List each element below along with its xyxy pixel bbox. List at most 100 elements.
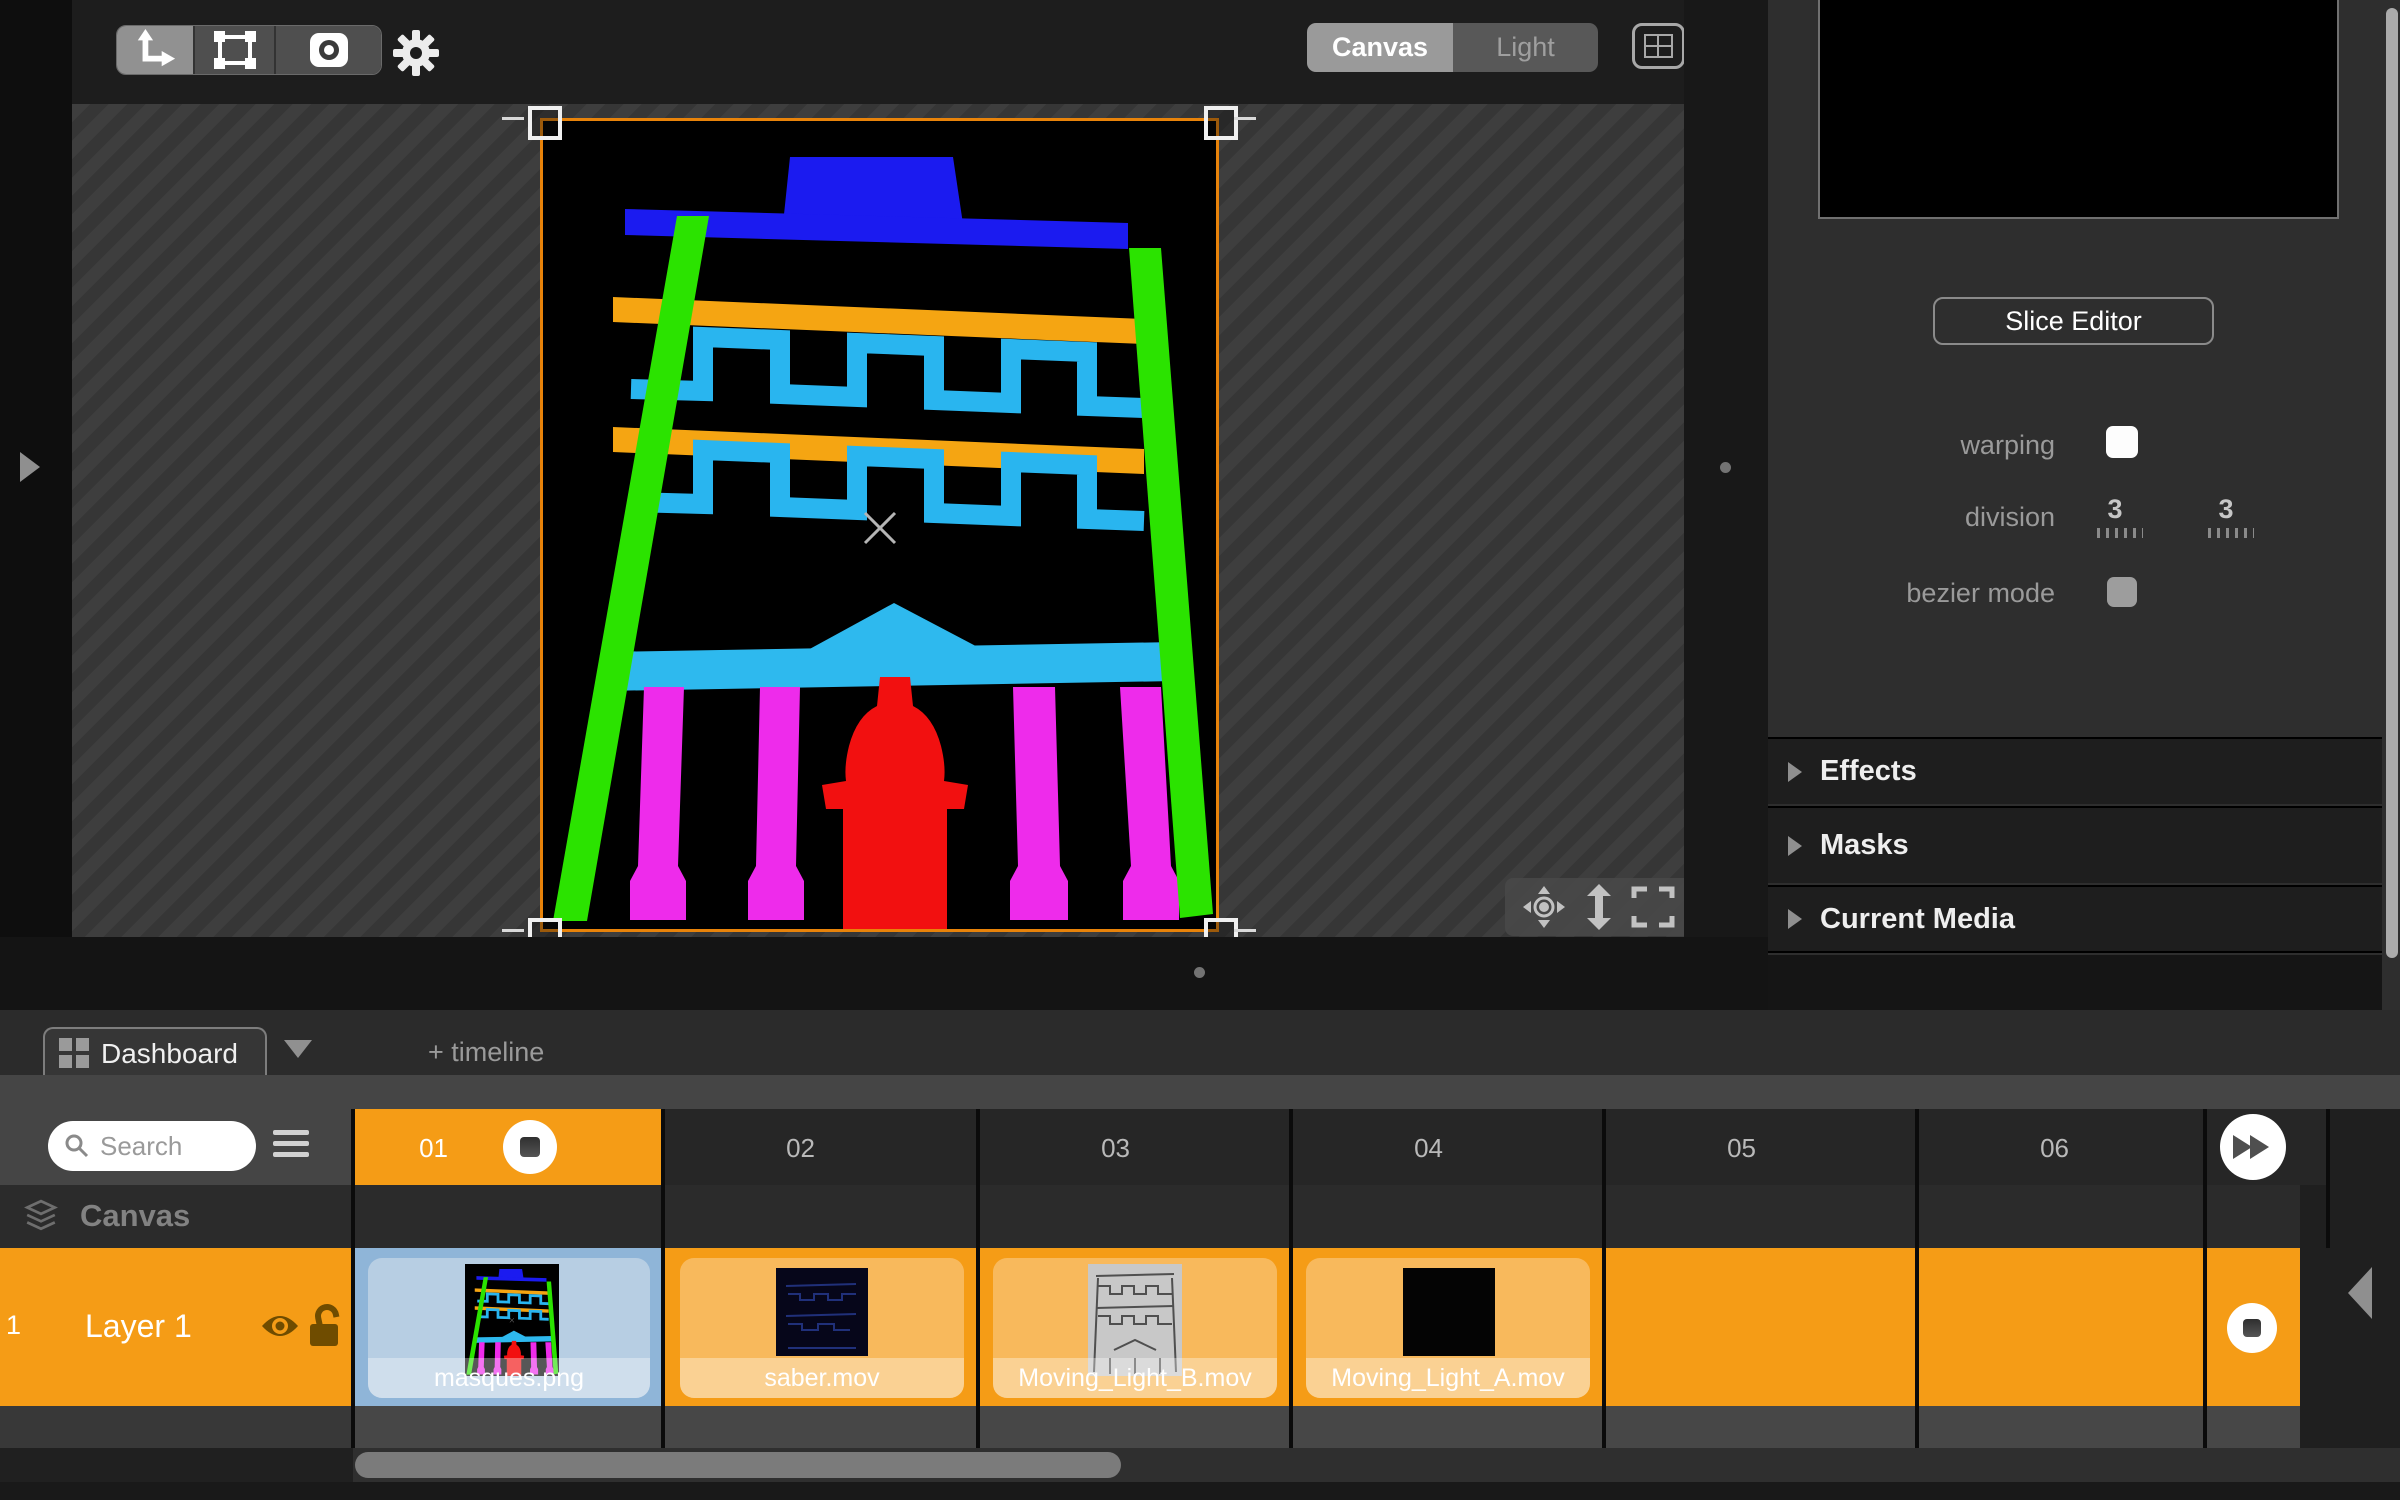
- current-media-section-label: Current Media: [1820, 902, 2015, 935]
- masks-section-label: Masks: [1820, 829, 1909, 861]
- warping-label: warping: [1960, 430, 2055, 460]
- column-header-01[interactable]: 01: [353, 1109, 663, 1185]
- dashboard-tab-label: Dashboard: [101, 1038, 238, 1069]
- masks-section-header[interactable]: Masks: [1768, 806, 2382, 883]
- fit-height-icon[interactable]: [1583, 884, 1615, 930]
- column-header-04[interactable]: 04: [1293, 1109, 1602, 1185]
- division-y-value: 3: [2218, 493, 2234, 524]
- moving-light-a-thumbnail: [1403, 1268, 1495, 1356]
- layer-stop-button[interactable]: [2227, 1303, 2277, 1353]
- slice-handle-bottom-right[interactable]: [1204, 918, 1238, 937]
- warp-tool-button[interactable]: [193, 26, 275, 74]
- tab-menu-chevron-icon[interactable]: [284, 1040, 312, 1058]
- search-icon: [65, 1134, 89, 1158]
- warping-checkbox[interactable]: [2106, 426, 2138, 458]
- skip-column-cell: [2207, 1109, 2326, 1185]
- inspector-panel: Slice Editor warping division 3 3 bezier…: [1768, 0, 2400, 1010]
- media-card-moving-light-b[interactable]: Moving_Light_B.mov: [993, 1258, 1277, 1398]
- slice-preview: [1818, 0, 2339, 219]
- media-name: masques.png: [368, 1358, 650, 1398]
- timeline-tab-bar: [0, 1010, 2400, 1075]
- layer-index: 1: [6, 1310, 22, 1340]
- move-arrow-icon: [137, 28, 176, 67]
- media-name: Moving_Light_B.mov: [993, 1358, 1277, 1398]
- move-tool-button[interactable]: [117, 26, 194, 74]
- fullscreen-icon[interactable]: [1631, 886, 1675, 928]
- saber-thumbnail: [776, 1268, 868, 1356]
- division-y-field[interactable]: 3: [2210, 494, 2242, 524]
- collapse-right-panel-icon[interactable]: [2348, 1267, 2372, 1319]
- layer-visibility-eye-icon[interactable]: [260, 1312, 300, 1340]
- search-box[interactable]: [48, 1121, 256, 1171]
- media-card-masques[interactable]: masques.png: [368, 1258, 650, 1398]
- stop-icon: [520, 1137, 540, 1157]
- slice-selection-border: [540, 118, 1219, 932]
- layer-name[interactable]: Layer 1: [85, 1308, 192, 1345]
- column-01-stop-button[interactable]: [503, 1120, 557, 1174]
- left-edge-strip: [0, 0, 72, 1010]
- slice-handle-top-right[interactable]: [1204, 106, 1238, 140]
- slice-editor-label: Slice Editor: [2005, 305, 2142, 336]
- canvas-row-label: Canvas: [80, 1198, 191, 1233]
- column-header-05[interactable]: 05: [1606, 1109, 1915, 1185]
- canvas-zoom-toolbar: [1505, 878, 1684, 936]
- stop-icon: [2243, 1319, 2261, 1337]
- column-06-label: 06: [2040, 1133, 2069, 1163]
- pan-dpad-icon[interactable]: [1523, 886, 1565, 928]
- column-header-06[interactable]: 06: [1919, 1109, 2203, 1185]
- settings-gear-icon[interactable]: [393, 30, 439, 81]
- current-media-section-header[interactable]: Current Media: [1768, 885, 2382, 953]
- dashboard-grid-icon: [59, 1038, 89, 1068]
- timeline-scrollbar-thumb[interactable]: [355, 1452, 1121, 1478]
- mask-icon: [309, 33, 348, 67]
- media-name: saber.mov: [680, 1358, 964, 1398]
- layers-icon: [24, 1199, 58, 1231]
- view-toggle-canvas[interactable]: Canvas: [1307, 23, 1453, 72]
- add-timeline-button[interactable]: + timeline: [428, 1037, 544, 1068]
- canvas-workspace[interactable]: [72, 104, 1684, 937]
- slice-handle-bottom-left[interactable]: [528, 918, 562, 937]
- board-menu-icon[interactable]: [273, 1130, 309, 1157]
- media-card-moving-light-a[interactable]: Moving_Light_A.mov: [1306, 1258, 1590, 1398]
- view-toggle: Canvas Light: [1307, 23, 1598, 72]
- splitter-dot-icon: [1720, 462, 1731, 473]
- skip-forward-button[interactable]: [2220, 1114, 2286, 1180]
- panel-splitter-vertical[interactable]: [1684, 0, 1768, 1010]
- division-x-field[interactable]: 3: [2099, 494, 2131, 524]
- column-05-label: 05: [1727, 1133, 1756, 1163]
- effects-section-header[interactable]: Effects: [1768, 737, 2382, 804]
- division-y-drag-ruler[interactable]: [2208, 528, 2254, 538]
- division-label: division: [1964, 502, 2055, 532]
- column-03-label: 03: [1101, 1133, 1130, 1163]
- canvas-toggle-label: Canvas: [1331, 32, 1429, 62]
- division-x-value: 3: [2107, 493, 2123, 524]
- search-input[interactable]: [98, 1129, 232, 1163]
- light-toggle-label: Light: [1496, 32, 1555, 62]
- disclosure-triangle-icon: [1788, 909, 1802, 929]
- disclosure-triangle-icon: [1788, 761, 1802, 782]
- expand-left-panel-icon[interactable]: [20, 452, 40, 482]
- column-header-02[interactable]: 02: [665, 1109, 976, 1185]
- division-x-drag-ruler[interactable]: [2097, 528, 2143, 538]
- column-02-label: 02: [786, 1133, 815, 1163]
- timeline-search-area: [0, 1109, 353, 1185]
- media-name: Moving_Light_A.mov: [1306, 1358, 1590, 1398]
- warp-quad-icon: [213, 31, 256, 69]
- slice-handle-top-left[interactable]: [528, 106, 562, 140]
- app-window: Canvas Light Slice Editor warping divisi…: [0, 0, 2400, 1500]
- splitter-dot-icon: [1194, 967, 1205, 978]
- column-04-label: 04: [1414, 1133, 1443, 1163]
- bezier-mode-checkbox[interactable]: [2107, 577, 2137, 607]
- media-card-saber[interactable]: saber.mov: [680, 1258, 964, 1398]
- mask-tool-button[interactable]: [274, 26, 381, 74]
- panel-splitter-horizontal[interactable]: [0, 937, 1768, 1010]
- layer-lock-open-icon[interactable]: [306, 1300, 346, 1348]
- canvas-track-row[interactable]: Canvas: [0, 1185, 2400, 1248]
- tab-dashboard[interactable]: Dashboard: [43, 1027, 267, 1077]
- tool-segmented-control: [116, 25, 382, 75]
- slice-editor-button[interactable]: Slice Editor: [1933, 297, 2214, 345]
- view-toggle-light[interactable]: Light: [1453, 23, 1598, 72]
- inspector-scrollbar[interactable]: [2386, 8, 2398, 958]
- output-grid-icon[interactable]: [1632, 23, 1685, 69]
- column-header-03[interactable]: 03: [980, 1109, 1289, 1185]
